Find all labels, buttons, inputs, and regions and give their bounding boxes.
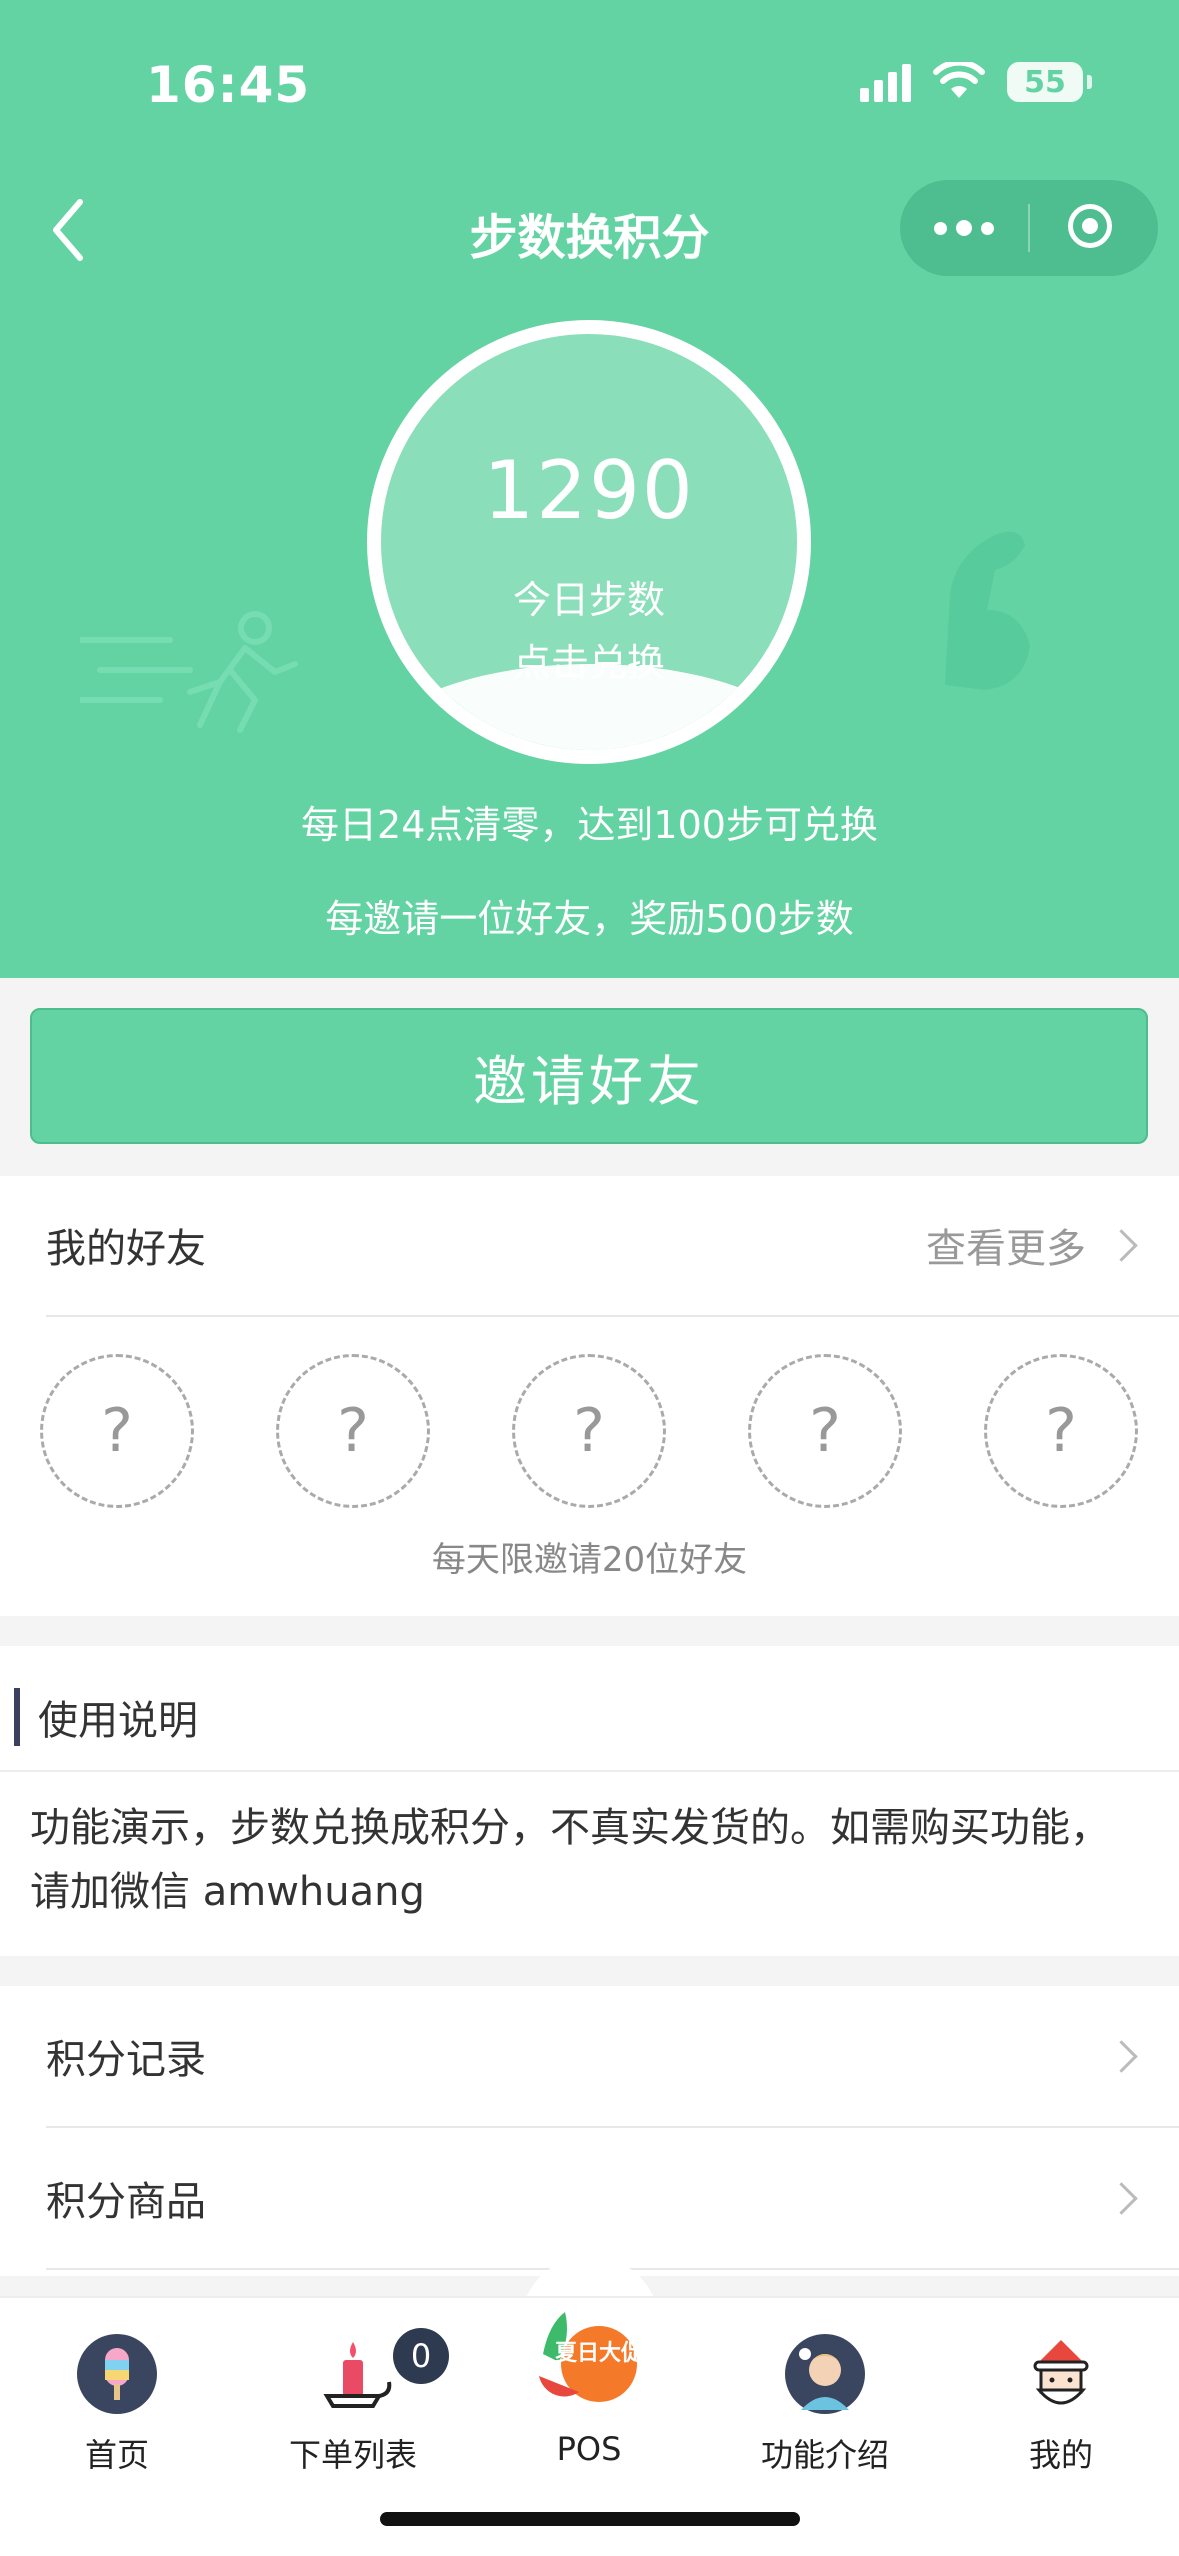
more-dots-icon[interactable]: [900, 180, 1028, 276]
home-indicator: [380, 2512, 800, 2526]
step-count: 1290: [483, 444, 695, 537]
tab-me[interactable]: 我的: [961, 2318, 1161, 2474]
santa-icon: [1033, 2340, 1089, 2405]
runner-icon: [80, 611, 298, 733]
menu-item-label: 积分记录: [46, 2037, 206, 2083]
status-icons: 55: [860, 62, 1092, 102]
reset-rule-text: 每日24点清零，达到100步可兑换: [301, 803, 878, 847]
tab-home[interactable]: 首页: [17, 2318, 217, 2474]
miniprogram-capsule: [900, 180, 1158, 276]
friend-slot[interactable]: ?: [748, 1354, 902, 1508]
invite-friends-button[interactable]: 邀请好友: [30, 1008, 1148, 1144]
tab-label: 功能介绍: [760, 2436, 889, 2474]
divider: [46, 1315, 1179, 1317]
divider: [0, 1770, 1179, 1772]
view-more-label: 查看更多: [926, 1226, 1086, 1272]
summer-sale-icon: 夏日大促: [539, 2312, 643, 2402]
friends-title: 我的好友: [46, 1226, 206, 1272]
tab-label: 下单列表: [288, 2436, 417, 2474]
tab-pos[interactable]: 夏日大促 POS: [489, 2312, 689, 2468]
popsicle-icon: [77, 2334, 157, 2414]
friend-slot[interactable]: ?: [276, 1354, 430, 1508]
friend-slot[interactable]: ?: [512, 1354, 666, 1508]
battery-icon: 55: [1007, 62, 1092, 102]
tab-orders[interactable]: 0 下单列表: [253, 2318, 453, 2474]
tab-label: POS: [556, 2430, 622, 2468]
tab-label: 我的: [1028, 2436, 1093, 2474]
step-label: 今日步数: [512, 578, 665, 622]
status-time: 16:45: [146, 56, 311, 114]
orders-count-badge: 0: [393, 2328, 449, 2384]
section-accent-bar: [14, 1688, 20, 1746]
usage-title: 使用说明: [38, 1698, 198, 1744]
friends-card: 我的好友 查看更多 ? ? ? ? ? 每天限邀请20位好友: [0, 1176, 1179, 1616]
invite-reward-text: 每邀请一位好友，奖励500步数: [325, 897, 854, 941]
wifi-icon: [933, 62, 985, 98]
step-exchange-label: 点击兑换: [512, 641, 665, 685]
hero-section: 16:45 55 步数换积分 1290 今日步数 点击兑换 每日24点清零，达到…: [0, 0, 1179, 978]
menu-card: 积分记录 积分商品: [0, 1986, 1179, 2276]
avatar-idea-icon: [785, 2334, 865, 2414]
chevron-right-icon: [1105, 2181, 1138, 2215]
cellular-signal-icon: [860, 62, 911, 102]
capsule-divider: [1028, 204, 1030, 252]
invite-limit-note: 每天限邀请20位好友: [431, 1540, 748, 1580]
friend-slot[interactable]: ?: [984, 1354, 1138, 1508]
summer-sale-text: 夏日大促: [555, 2341, 643, 2366]
chevron-right-icon: [1105, 2039, 1138, 2073]
menu-item-points-goods[interactable]: 积分商品: [46, 2128, 1138, 2268]
usage-text: 功能演示，步数兑换成积分，不真实发货的。如需购买功能，请加微信 amwhuang: [30, 1805, 1110, 1915]
step-exchange-circle[interactable]: 1290 今日步数 点击兑换: [367, 320, 811, 764]
close-target-icon[interactable]: [1068, 204, 1112, 248]
menu-item-points-record[interactable]: 积分记录: [46, 1986, 1138, 2126]
tab-features[interactable]: 功能介绍: [725, 2318, 925, 2474]
candle-icon: [323, 2342, 392, 2408]
view-more-link[interactable]: 查看更多: [926, 1216, 1138, 1274]
usage-card: 使用说明 功能演示，步数兑换成积分，不真实发货的。如需购买功能，请加微信 amw…: [0, 1646, 1179, 1956]
muscle-arm-icon: [945, 531, 1030, 690]
menu-item-label: 积分商品: [46, 2179, 206, 2225]
chevron-right-icon: [1105, 1228, 1138, 1262]
friend-slot[interactable]: ?: [40, 1354, 194, 1508]
tab-label: 首页: [84, 2436, 149, 2474]
